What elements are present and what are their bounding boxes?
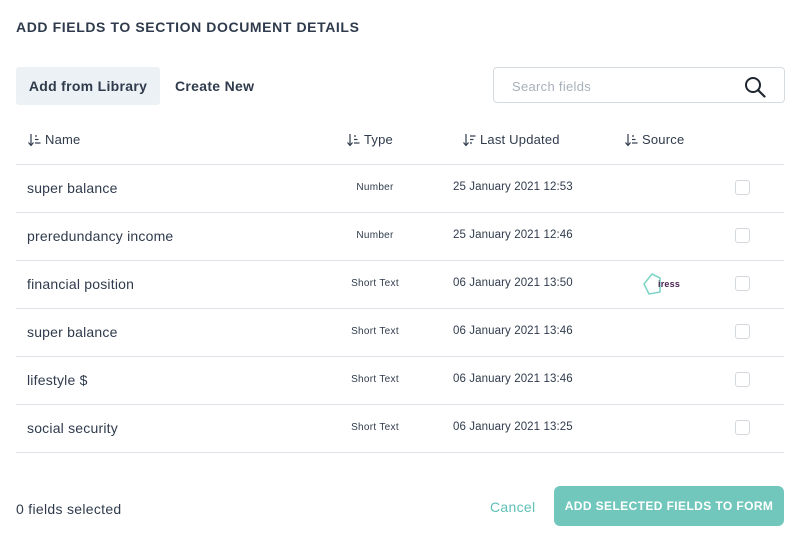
field-last-updated: 25 January 2021 12:53 [453,181,573,193]
field-type: Short Text [351,374,399,385]
row-checkbox[interactable] [735,276,750,291]
field-last-updated: 25 January 2021 12:46 [453,229,573,241]
search-input[interactable] [512,77,732,95]
selected-count: 0 fields selected [16,501,122,517]
field-type: Short Text [351,278,399,289]
row-checkbox[interactable] [735,228,750,243]
row-checkbox[interactable] [735,324,750,339]
add-fields-modal: ADD FIELDS TO SECTION DOCUMENT DETAILS A… [0,0,798,544]
field-last-updated: 06 January 2021 13:46 [453,325,573,337]
field-last-updated: 06 January 2021 13:50 [453,277,573,289]
sort-icon [625,133,638,146]
modal-title: ADD FIELDS TO SECTION DOCUMENT DETAILS [16,19,360,35]
column-header-last-updated[interactable]: Last Updated [463,132,560,147]
table-row: social security Short Text 06 January 20… [16,405,784,453]
table-header: Name Type Last Updated Source [16,128,784,165]
field-name: social security [27,420,118,436]
column-label-last-updated: Last Updated [480,132,560,147]
row-checkbox[interactable] [735,420,750,435]
sort-icon [28,133,41,146]
cancel-button[interactable]: Cancel [490,499,535,515]
sort-icon [347,133,360,146]
sort-icon [463,133,476,146]
field-last-updated: 06 January 2021 13:25 [453,421,573,433]
column-label-name: Name [45,132,81,147]
field-name: super balance [27,180,118,196]
add-selected-fields-button[interactable]: ADD SELECTED FIELDS TO FORM [554,486,784,526]
row-checkbox[interactable] [735,180,750,195]
field-type: Number [356,182,394,193]
table-row: super balance Number 25 January 2021 12:… [16,165,784,213]
tab-create-new[interactable]: Create New [175,67,254,105]
row-checkbox[interactable] [735,372,750,387]
field-name: preredundancy income [27,228,174,244]
table-row: financial position Short Text 06 January… [16,261,784,309]
table-row: super balance Short Text 06 January 2021… [16,309,784,357]
field-name: super balance [27,324,118,340]
search-box [493,67,785,103]
field-last-updated: 06 January 2021 13:46 [453,373,573,385]
source-label: iress [658,279,681,289]
source-logo: iress [642,272,680,296]
field-type: Short Text [351,326,399,337]
table-row: preredundancy income Number 25 January 2… [16,213,784,261]
field-name: lifestyle $ [27,372,88,388]
column-header-name[interactable]: Name [28,132,80,147]
field-type: Short Text [351,422,399,433]
tab-add-from-library[interactable]: Add from Library [16,67,160,105]
column-label-source: Source [642,132,685,147]
table-row: lifestyle $ Short Text 06 January 2021 1… [16,357,784,405]
field-name: financial position [27,276,135,292]
column-header-type[interactable]: Type [347,132,393,147]
table-body: super balance Number 25 January 2021 12:… [16,165,784,453]
column-header-source[interactable]: Source [625,132,684,147]
field-type: Number [356,230,394,241]
search-icon[interactable] [744,76,766,98]
column-label-type: Type [364,132,393,147]
